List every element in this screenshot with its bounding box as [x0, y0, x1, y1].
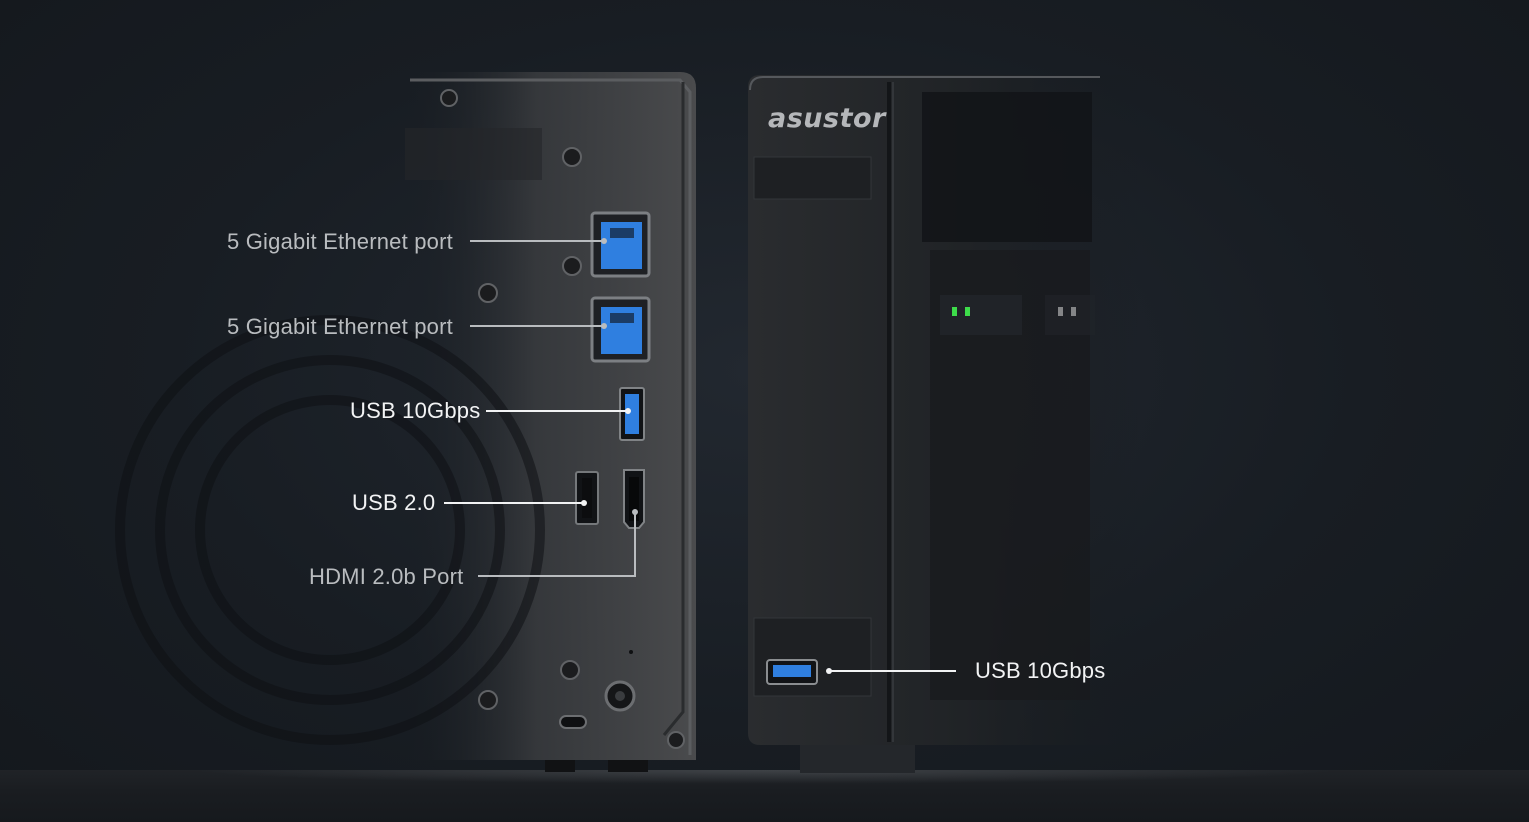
usb-port-icon: [575, 471, 599, 525]
label-usb-front: USB 10Gbps: [975, 658, 1106, 683]
usb-port-icon: [766, 659, 818, 685]
label-ethernet-port-1: 5 Gigabit Ethernet port: [227, 229, 453, 254]
ethernet-port-icon: [590, 211, 651, 278]
kensington-lock-icon: [559, 715, 587, 729]
label-ethernet-port-2: 5 Gigabit Ethernet port: [227, 314, 453, 339]
label-usb-rear: USB 10Gbps: [350, 398, 481, 423]
product-photo: asustor 5 Gigabit Ethernet port 5 Gigabi…: [0, 0, 1529, 822]
asustor-logo: asustor: [768, 103, 886, 134]
device-illustration: [115, 72, 1140, 773]
label-hdmi-port: HDMI 2.0b Port: [309, 564, 464, 589]
usb-port-icon: [619, 387, 645, 441]
power-jack-icon: [604, 680, 636, 712]
label-usb-2: USB 2.0: [352, 490, 436, 515]
ethernet-port-icon: [590, 296, 651, 363]
